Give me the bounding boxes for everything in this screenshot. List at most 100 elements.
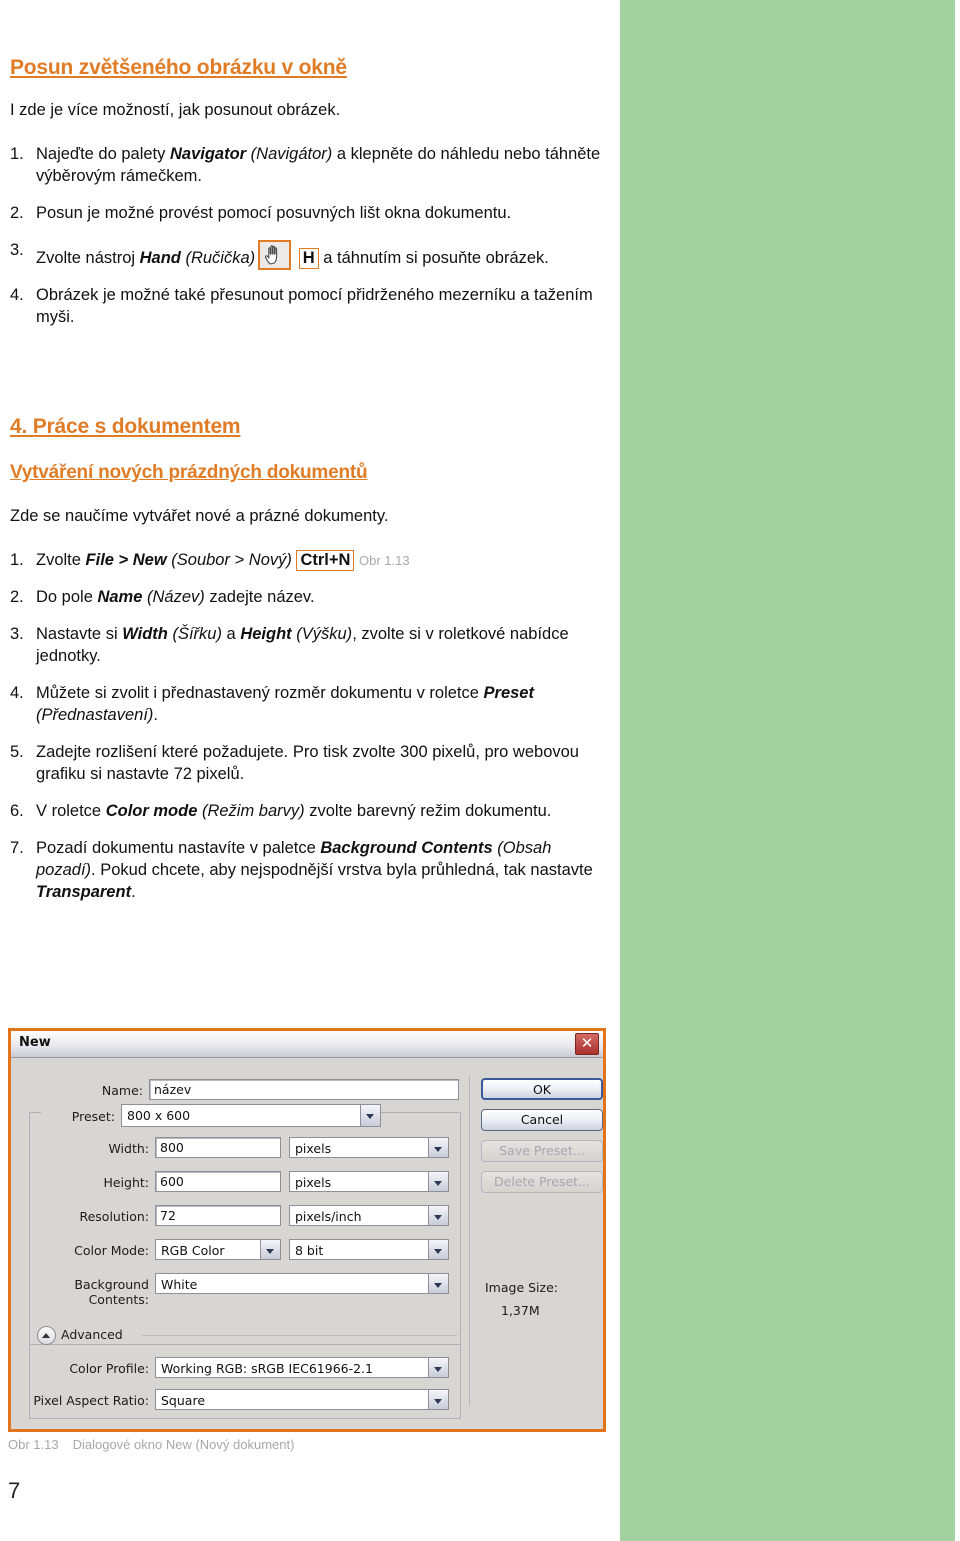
colorprofile-label: Color Profile: [69,1361,149,1376]
image-size-label: Image Size: [485,1280,558,1295]
list-item: 4. Obrázek je možné také přesunout pomocí… [10,285,610,329]
width-input[interactable]: 800 [155,1137,281,1158]
section-b-intro: Zde se naučíme vytvářet nové a prázné do… [10,507,389,526]
step-text: Nastavte si [36,625,123,644]
step-body: Můžete si zvolit i přednastavený rozměr … [36,683,610,727]
figure-reference: Obr 1.13 [359,553,410,569]
resolution-unit-value: pixels/inch [295,1209,362,1224]
page-content: Posun zvětšeného obrázku v okně I zde je… [10,0,610,918]
step-text: Do pole [36,588,98,607]
colormode-value: RGB Color [161,1243,225,1258]
chevron-down-icon[interactable] [428,1138,448,1157]
step-text: . [131,882,136,901]
step-body: Zvolte File > New (Soubor > Nový) Ctrl+N… [36,550,610,572]
background-contents-select[interactable]: White [155,1273,449,1294]
hand-tool-icon [258,239,292,270]
advanced-divider [142,1335,457,1336]
list-item: 6. V roletce Color mode (Režim barvy) zvo… [10,801,610,823]
emphasis-term: File > New [85,551,167,570]
preset-label: Preset: [71,1109,115,1124]
resolution-unit-select[interactable]: pixels/inch [289,1205,449,1226]
colormode-select[interactable]: RGB Color [155,1239,281,1260]
cancel-button[interactable]: Cancel [481,1109,603,1131]
chevron-down-icon[interactable] [428,1172,448,1191]
step-text: a táhnutím si posuňte obrázek. [323,248,549,267]
preset-value: 800 x 600 [127,1108,191,1123]
preset-select[interactable]: 800 x 600 [121,1104,381,1127]
delete-preset-button[interactable]: Delete Preset... [481,1171,603,1193]
step-number: 2. [10,588,24,607]
background-contents-value: White [161,1277,198,1292]
translation-term: (Ručička) [180,248,256,267]
chevron-down-icon[interactable] [428,1240,448,1259]
pixelaspect-value: Square [161,1393,206,1408]
list-item: 2. Posun je možné provést pomocí posuvnýc… [10,203,610,225]
step-body: Nastavte si Width (Šířku) a Height (Výšk… [36,624,610,668]
advanced-section-toggle[interactable]: Advanced [37,1326,457,1345]
save-preset-button[interactable]: Save Preset... [481,1140,603,1162]
step-number: 1. [10,144,24,163]
step-number: 3. [10,240,24,259]
keyboard-shortcut: H [298,247,319,269]
chevron-down-icon[interactable] [428,1206,448,1225]
new-document-dialog: New ✕ Name: název Preset: 800 x 600 Widt… [8,1028,606,1432]
emphasis-term: Color mode [105,801,198,820]
decorative-green-band [620,0,955,1541]
chevron-down-icon[interactable] [360,1105,380,1126]
colordepth-value: 8 bit [295,1243,324,1258]
emphasis-term: Transparent [36,882,132,901]
emphasis-term: Preset [483,683,534,702]
step-number: 1. [10,551,24,570]
list-item: 3. Zvolte nástroj Hand (Ručička) H a táhn… [10,239,610,270]
ok-button[interactable]: OK [481,1078,603,1100]
chevron-down-icon[interactable] [428,1358,448,1377]
name-input[interactable]: název [149,1079,459,1100]
step-text: Pozadí dokumentu nastavíte v paletce [36,838,321,857]
keyboard-shortcut: Ctrl+N [296,550,355,572]
step-text: . Pokud chcete, aby nejspodnější vrstva … [91,860,593,879]
colordepth-select[interactable]: 8 bit [289,1239,449,1260]
height-input[interactable]: 600 [155,1171,281,1192]
list-item: 3. Nastavte si Width (Šířku) a Height (Vý… [10,624,610,668]
step-number: 6. [10,801,24,820]
step-text: Najeďte do palety [36,144,170,163]
resolution-label: Resolution: [79,1209,149,1224]
translation-term: (Navigátor) [246,144,333,163]
list-item: 1. Zvolte File > New (Soubor > Nový) Ctrl… [10,550,610,572]
page-number: 7 [8,1478,21,1503]
translation-term: (Režim barvy) [197,801,305,820]
height-unit-value: pixels [295,1175,332,1190]
section-a-step-list: 1. Najeďte do palety Navigator (Navigátor… [10,144,610,329]
name-label: Name: [101,1083,143,1098]
width-unit-value: pixels [295,1141,332,1156]
step-body: Pozadí dokumentu nastavíte v paletce Bac… [36,838,610,904]
background-contents-label: Background Contents: [74,1277,149,1307]
dialog-title-bar: New ✕ [11,1031,603,1058]
width-unit-select[interactable]: pixels [289,1137,449,1158]
height-unit-select[interactable]: pixels [289,1171,449,1192]
pixelaspect-select[interactable]: Square [155,1389,449,1410]
emphasis-term: Height [240,625,292,644]
figure-id: Obr 1.13 [8,1437,59,1452]
list-item: 7. Pozadí dokumentu nastavíte v paletce B… [10,838,610,904]
pixelaspect-label: Pixel Aspect Ratio: [33,1393,149,1408]
colorprofile-select[interactable]: Working RGB: sRGB IEC61966-2.1 [155,1357,449,1378]
list-item: 5. Zadejte rozlišení které požadujete. Pr… [10,742,610,786]
emphasis-term: Background Contents [320,838,493,857]
step-body: Najeďte do palety Navigator (Navigátor) … [36,144,610,188]
resolution-input[interactable]: 72 [155,1205,281,1226]
step-body: Zvolte nástroj Hand (Ručička) H a táhnut… [36,239,610,270]
chevron-down-icon[interactable] [428,1390,448,1409]
chevron-down-icon[interactable] [428,1274,448,1293]
advanced-label: Advanced [61,1327,123,1342]
chevron-up-icon[interactable] [37,1326,56,1345]
step-text: Zvolte nástroj [36,248,140,267]
section-a-heading: Posun zvětšeného obrázku v okně [10,56,347,79]
step-number: 5. [10,742,24,761]
dialog-title: New [19,1035,51,1050]
step-number: 7. [10,838,24,857]
colormode-label: Color Mode: [74,1243,149,1258]
chevron-down-icon[interactable] [260,1240,280,1259]
step-text: Obrázek je možné také přesunout pomocí p… [36,285,593,326]
close-icon[interactable]: ✕ [575,1033,599,1055]
